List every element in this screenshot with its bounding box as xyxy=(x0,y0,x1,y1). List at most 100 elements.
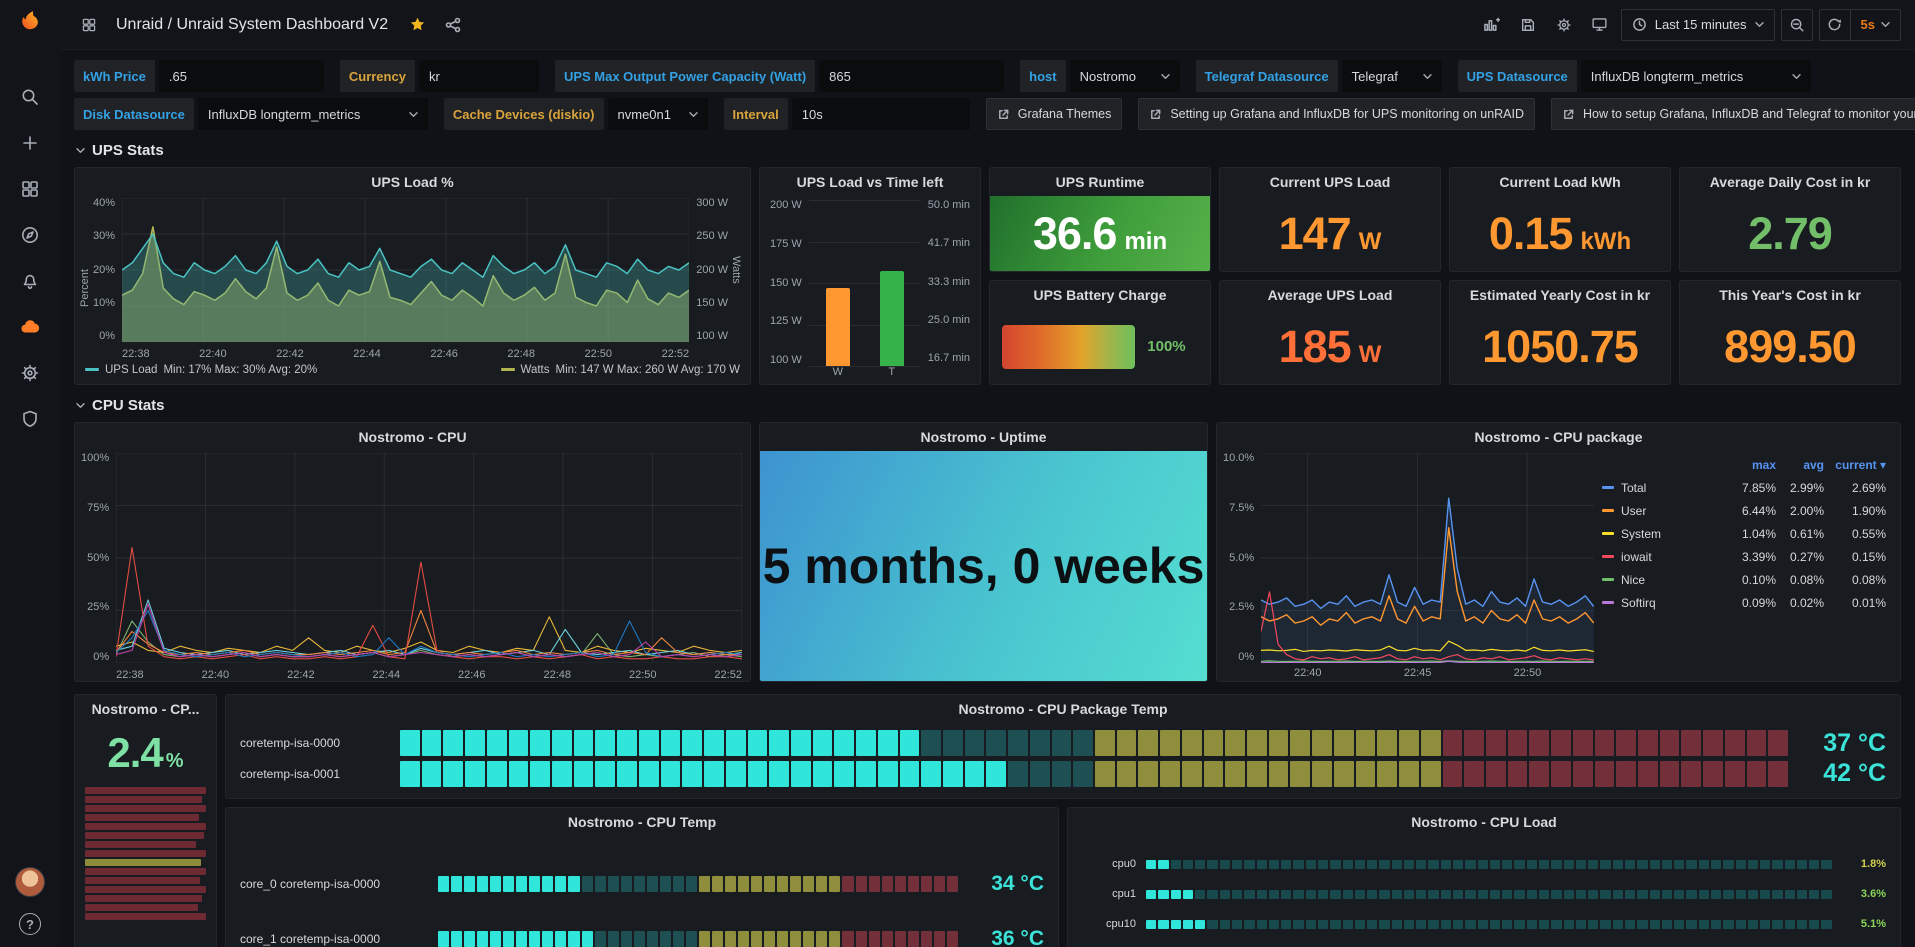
legend-series-name[interactable]: User xyxy=(1602,504,1724,518)
variable-select[interactable]: Telegraf xyxy=(1342,60,1442,92)
gauge-body: 100% xyxy=(990,309,1210,384)
apps-grid-icon[interactable] xyxy=(74,10,104,40)
star-glyph xyxy=(411,18,424,31)
panel-title[interactable]: Nostromo - Uptime xyxy=(760,423,1207,451)
axis-tick: 0% xyxy=(99,331,115,342)
cloud-icon[interactable] xyxy=(19,316,41,338)
legend-series-name: Watts xyxy=(521,364,550,376)
axis-tick: 33.3 min xyxy=(928,277,970,288)
user-avatar[interactable] xyxy=(15,867,45,897)
cpu-package-chart[interactable] xyxy=(1261,453,1594,663)
variable-value-input[interactable] xyxy=(419,60,539,92)
variable-select[interactable]: Nostromo xyxy=(1070,60,1180,92)
lcd-cell xyxy=(726,730,746,756)
legend-col-max[interactable]: max xyxy=(1724,458,1776,472)
help-icon[interactable]: ? xyxy=(19,913,41,935)
lcd-cell xyxy=(1508,761,1528,787)
panel-title[interactable]: Nostromo - CPU Package Temp xyxy=(226,695,1900,723)
link-unraid-monitoring-guide[interactable]: How to setup Grafana, InfluxDB and Teleg… xyxy=(1551,98,1915,130)
create-icon[interactable] xyxy=(19,132,41,154)
legend-series-name[interactable]: System xyxy=(1602,527,1724,541)
panel-title[interactable]: Average Daily Cost in kr xyxy=(1680,168,1900,196)
legend-series-name[interactable]: iowait xyxy=(1602,550,1724,564)
panel-title[interactable]: Nostromo - CPU Load xyxy=(1068,808,1900,836)
server-admin-shield-icon[interactable] xyxy=(19,408,41,430)
ups-load-chart[interactable] xyxy=(122,198,689,342)
section-ups-stats[interactable]: UPS Stats xyxy=(76,142,1899,159)
legend-series-name[interactable]: Total xyxy=(1602,481,1724,495)
y-axis-label-left: Percent xyxy=(79,198,91,360)
lcd-cell xyxy=(803,876,814,892)
variable-value-input[interactable] xyxy=(819,60,1004,92)
save-dashboard-icon[interactable] xyxy=(1513,10,1543,40)
legend-row-total[interactable]: Total7.85%2.99%2.69% xyxy=(1602,478,1886,497)
dashboard-settings-icon[interactable] xyxy=(1549,10,1579,40)
dashboards-icon[interactable] xyxy=(19,178,41,200)
histogram-bar xyxy=(85,814,199,821)
legend-series-name[interactable]: Nice xyxy=(1602,573,1724,587)
configuration-gear-icon[interactable] xyxy=(19,362,41,384)
legend-row-user[interactable]: User6.44%2.00%1.90% xyxy=(1602,501,1886,520)
gauge-bar-W xyxy=(826,288,850,366)
panel-title[interactable]: UPS Load vs Time left xyxy=(760,168,980,196)
lcd-cell xyxy=(1785,860,1795,869)
lcd-row-label: cpu10 xyxy=(1082,918,1136,930)
panel-title[interactable]: Nostromo - CP... xyxy=(75,695,216,723)
grafana-logo[interactable] xyxy=(19,10,41,32)
explore-compass-icon[interactable] xyxy=(19,224,41,246)
panel-title[interactable]: Nostromo - CPU package xyxy=(1217,423,1900,451)
panel-title[interactable]: Average UPS Load xyxy=(1220,281,1440,309)
time-range-picker[interactable]: Last 15 minutes xyxy=(1621,9,1775,41)
panel-title[interactable]: Estimated Yearly Cost in kr xyxy=(1450,281,1670,309)
section-cpu-stats[interactable]: CPU Stats xyxy=(76,397,1899,414)
lcd-row-cpu0: cpu01.8% xyxy=(1082,858,1886,870)
panel-title[interactable]: Current Load kWh xyxy=(1450,168,1670,196)
lcd-cell xyxy=(1355,920,1365,929)
refresh-interval-dropdown[interactable]: 5s xyxy=(1851,17,1900,32)
legend-col-current[interactable]: current ▾ xyxy=(1824,458,1886,472)
panel-title[interactable]: Current UPS Load xyxy=(1220,168,1440,196)
legend-col-avg[interactable]: avg xyxy=(1776,458,1824,472)
lcd-cell xyxy=(1171,890,1181,899)
variable-select[interactable]: nvme0n1 xyxy=(608,98,708,130)
panel-title[interactable]: Nostromo - CPU xyxy=(75,423,750,451)
lcd-cell xyxy=(490,931,501,947)
variable-select[interactable]: InfluxDB longterm_metrics xyxy=(1581,60,1811,92)
panel-title[interactable]: This Year's Cost in kr xyxy=(1680,281,1900,309)
panel-nostromo-cpu-package: Nostromo - CPU package 10.0%7.5%5.0%2.5%… xyxy=(1216,422,1901,682)
link-grafana-themes[interactable]: Grafana Themes xyxy=(986,98,1123,130)
refresh-icon[interactable] xyxy=(1820,10,1850,40)
alerting-bell-icon[interactable] xyxy=(19,270,41,292)
lcd-cell xyxy=(856,761,876,787)
zoom-out-icon[interactable] xyxy=(1781,9,1813,41)
lcd-cell xyxy=(1748,920,1758,929)
legend-row-nice[interactable]: Nice0.10%0.08%0.08% xyxy=(1602,570,1886,589)
stat-body: 147 W xyxy=(1220,196,1440,271)
add-panel-icon[interactable] xyxy=(1477,10,1507,40)
variable-value-input[interactable] xyxy=(159,60,324,92)
nostromo-cpu-chart[interactable] xyxy=(116,453,742,663)
legend-item-watts[interactable]: Watts Min: 147 W Max: 260 W Avg: 170 W xyxy=(501,364,740,376)
panel-title[interactable]: UPS Battery Charge xyxy=(990,281,1210,309)
lcd-cell xyxy=(555,876,566,892)
link-ups-monitoring-guide[interactable]: Setting up Grafana and InfluxDB for UPS … xyxy=(1138,98,1535,130)
lcd-cell xyxy=(1514,920,1524,929)
panel-title[interactable]: Nostromo - CPU Temp xyxy=(226,808,1058,836)
panel-title[interactable]: UPS Runtime xyxy=(990,168,1210,196)
share-icon[interactable] xyxy=(438,10,468,40)
legend-series-name[interactable]: Softirq xyxy=(1602,596,1724,610)
search-icon[interactable] xyxy=(19,86,41,108)
legend-row-softirq[interactable]: Softirq0.09%0.02%0.01% xyxy=(1602,593,1886,612)
legend-row-iowait[interactable]: iowait3.39%0.27%0.15% xyxy=(1602,547,1886,566)
refresh-control: 5s xyxy=(1819,9,1901,41)
variable-label: Disk Datasource xyxy=(74,98,194,130)
legend-row-system[interactable]: System1.04%0.61%0.55% xyxy=(1602,524,1886,543)
favorite-star-icon[interactable] xyxy=(402,10,432,40)
legend-item-ups-load[interactable]: UPS Load Min: 17% Max: 30% Avg: 20% xyxy=(85,364,317,376)
variable-value-input[interactable] xyxy=(792,98,970,130)
panel-current-ups-load: Current UPS Load 147 W xyxy=(1219,167,1441,272)
variable-select[interactable]: InfluxDB longterm_metrics xyxy=(198,98,428,130)
cycle-view-icon[interactable] xyxy=(1585,10,1615,40)
dashboard-title[interactable]: Unraid / Unraid System Dashboard V2 xyxy=(116,16,388,34)
panel-title[interactable]: UPS Load % xyxy=(75,168,750,196)
